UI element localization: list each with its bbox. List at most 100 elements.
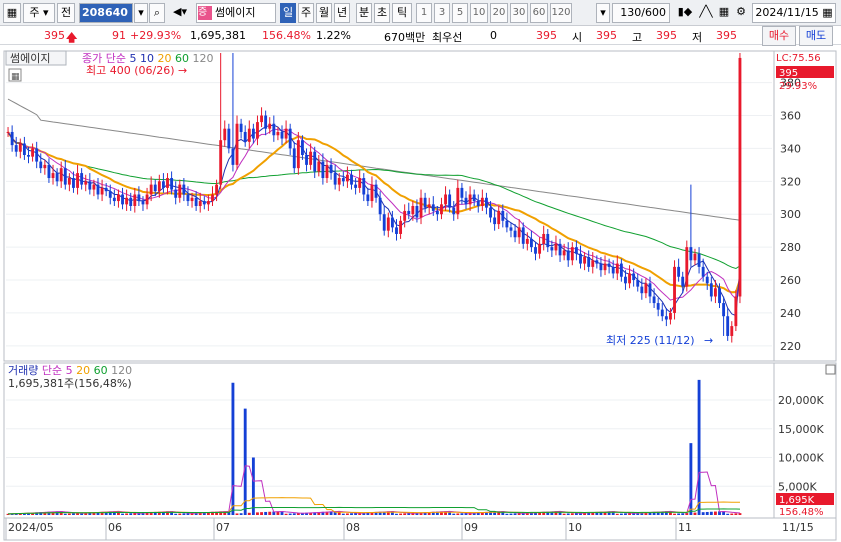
candle-body-down bbox=[104, 187, 108, 192]
candle-body-up bbox=[223, 128, 227, 141]
annotation-high-arrow: → bbox=[178, 64, 187, 77]
candle-body-down bbox=[350, 174, 353, 185]
candle-body-up bbox=[337, 178, 341, 185]
candle-body-down bbox=[194, 197, 198, 206]
date-axis bbox=[3, 517, 837, 541]
interval-5[interactable]: 5 bbox=[452, 3, 468, 23]
volume-bar bbox=[256, 512, 259, 515]
date-tick-label: 10 bbox=[568, 521, 582, 534]
candle-body-down bbox=[722, 303, 726, 317]
line-chart-icon[interactable]: ╱╲ bbox=[697, 3, 715, 23]
tab-period-0[interactable]: 일 bbox=[280, 3, 296, 23]
candle-body-up bbox=[67, 178, 71, 185]
candle-body-up bbox=[562, 250, 566, 256]
gear-icon[interactable]: ⚙ bbox=[733, 3, 749, 23]
candle-body-down bbox=[448, 194, 452, 208]
tab-period-3[interactable]: 년 bbox=[334, 3, 350, 23]
volume-bar bbox=[72, 513, 75, 515]
toolbar: ▦ 주 ▾ 전 208640 ▾ ⌕ ◀▾ 증 썸에이지 일 주 월 년 분 초… bbox=[0, 0, 841, 26]
count-field[interactable]: 130/600 bbox=[612, 3, 670, 23]
candle-body-up bbox=[480, 197, 484, 206]
up-arrow-icon: 🡅 bbox=[66, 31, 78, 44]
candle-body-up bbox=[713, 288, 717, 297]
volume-panel-toggle-icon[interactable] bbox=[825, 364, 836, 375]
tab-period-2[interactable]: 월 bbox=[316, 3, 332, 23]
candle-body-up bbox=[100, 187, 104, 195]
code-dropdown-icon[interactable]: ▾ bbox=[134, 3, 148, 23]
candle-body-down bbox=[137, 194, 141, 202]
volume-value: 1,695,381 bbox=[190, 29, 246, 42]
candle-body-up bbox=[673, 266, 676, 313]
volume-bar bbox=[697, 379, 701, 515]
interval-3[interactable]: 3 bbox=[434, 3, 450, 23]
price-tick-label: 240 bbox=[780, 307, 801, 320]
tab-period-1[interactable]: 주 bbox=[298, 3, 314, 23]
tab-period-5[interactable]: 초 bbox=[374, 3, 390, 23]
volume-legend-item: 거래량 bbox=[8, 364, 38, 377]
stock-chart[interactable]: 220240260280300320340360380 2024/05 06 07 0… bbox=[0, 47, 841, 542]
buy-button[interactable]: 매수 bbox=[762, 26, 796, 46]
market-select[interactable]: 주 ▾ bbox=[23, 3, 55, 23]
interval-120[interactable]: 120 bbox=[550, 3, 572, 23]
candle-body-down bbox=[652, 296, 656, 304]
interval-60[interactable]: 60 bbox=[530, 3, 548, 23]
search-icon[interactable]: ⌕ bbox=[149, 3, 165, 23]
price-tick-label: 340 bbox=[780, 142, 801, 155]
candle-body-down bbox=[460, 187, 464, 198]
volume-bar bbox=[513, 513, 517, 515]
candle-body-down bbox=[47, 164, 51, 179]
candle-toggle-icon[interactable]: ▮◆ bbox=[674, 3, 696, 23]
tab-period-4[interactable]: 분 bbox=[356, 3, 372, 23]
candle-body-down bbox=[395, 227, 398, 234]
candle-body-down bbox=[305, 155, 308, 165]
date-field[interactable]: 2024/11/15 ▦ bbox=[752, 3, 836, 23]
price-tick-label: 280 bbox=[780, 241, 801, 254]
volume-bar bbox=[709, 511, 713, 515]
stock-code-input[interactable]: 208640 bbox=[79, 3, 133, 23]
low-price: 395 bbox=[716, 29, 737, 42]
candle-body-up bbox=[517, 227, 521, 238]
interval-dropdown-icon[interactable]: ▾ bbox=[596, 3, 610, 23]
volume-bar bbox=[395, 513, 398, 515]
open-price: 395 bbox=[596, 29, 617, 42]
tab-period-6[interactable]: 틱 bbox=[392, 3, 412, 23]
date-tick-label: 08 bbox=[346, 521, 360, 534]
candle-body-down bbox=[96, 184, 100, 195]
candle-body-down bbox=[566, 250, 570, 261]
candle-body-up bbox=[403, 210, 407, 221]
window-icon[interactable]: ▦ bbox=[3, 3, 21, 23]
candle-body-up bbox=[734, 296, 738, 327]
interval-30[interactable]: 30 bbox=[510, 3, 528, 23]
candle-body-down bbox=[112, 197, 116, 202]
market-tab-label: 주 bbox=[29, 6, 40, 19]
candle-body-down bbox=[595, 260, 599, 264]
interval-1[interactable]: 1 bbox=[416, 3, 432, 23]
candle-body-up bbox=[206, 201, 210, 205]
candle-body-down bbox=[709, 283, 713, 297]
candle-body-down bbox=[435, 210, 439, 215]
interval-10[interactable]: 10 bbox=[470, 3, 488, 23]
volume-bar bbox=[260, 512, 263, 515]
candle-body-up bbox=[117, 194, 120, 202]
interval-20[interactable]: 20 bbox=[490, 3, 508, 23]
grid-icon[interactable]: ▦ bbox=[716, 3, 732, 23]
candle-body-down bbox=[423, 197, 427, 208]
candle-body-down bbox=[689, 247, 693, 261]
ask-price: 395 bbox=[536, 29, 557, 42]
candle-body-up bbox=[198, 201, 202, 206]
sell-button[interactable]: 매도 bbox=[799, 26, 833, 46]
current-price: 395 bbox=[44, 29, 65, 42]
speaker-icon[interactable]: ◀▾ bbox=[166, 3, 194, 23]
candle-body-up bbox=[399, 220, 403, 234]
volume-bar bbox=[345, 513, 349, 515]
volume-bar bbox=[341, 513, 345, 515]
candle-body-down bbox=[22, 143, 26, 155]
candle-body-down bbox=[464, 197, 468, 205]
market-sub-button[interactable]: 전 bbox=[57, 3, 75, 23]
candle-body-down bbox=[636, 280, 640, 287]
volume-legend-item: 20 bbox=[73, 364, 91, 377]
candle-body-up bbox=[260, 115, 263, 123]
candle-body-down bbox=[227, 128, 231, 149]
candle-body-up bbox=[215, 184, 219, 195]
stock-name-field[interactable]: 증 썸에이지 bbox=[196, 3, 276, 23]
